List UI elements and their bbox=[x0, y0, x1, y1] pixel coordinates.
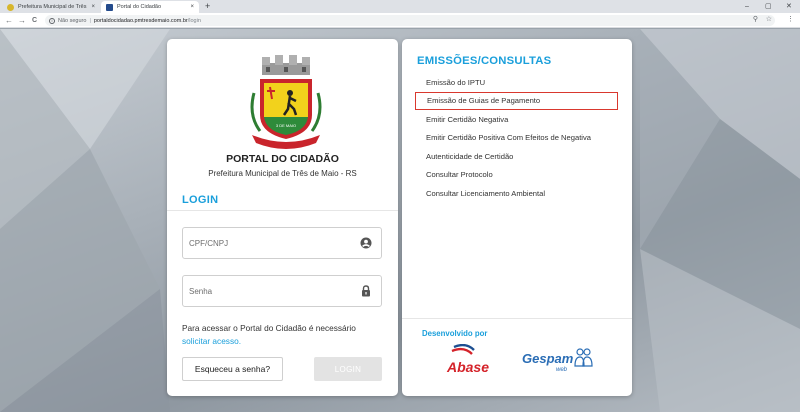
login-card: 3 DE MAIO PORTAL DO CIDADÃO Prefeitura M… bbox=[167, 39, 398, 396]
login-heading: LOGIN bbox=[182, 194, 219, 206]
menu-item-licenciamento-ambiental[interactable]: Consultar Licenciamento Ambiental bbox=[415, 184, 618, 203]
browser-tab-prefeitura[interactable]: Prefeitura Municipal de Três de M × bbox=[2, 1, 100, 13]
login-button[interactable]: LOGIN bbox=[314, 357, 382, 381]
municipal-crest-icon: 3 DE MAIO bbox=[250, 55, 322, 149]
maximize-icon[interactable]: ▢ bbox=[765, 1, 772, 12]
cpf-cnpj-placeholder: CPF/CNPJ bbox=[189, 238, 229, 248]
bookmark-star-icon[interactable]: ☆ bbox=[766, 14, 772, 26]
tab-label: Portal do Cidadão bbox=[117, 4, 162, 10]
gespam-logo-text: Gespam bbox=[522, 351, 574, 366]
menu-item-certidao-positiva[interactable]: Emitir Certidão Positiva Com Efeitos de … bbox=[415, 129, 618, 148]
menu-item-certidao-negativa[interactable]: Emitir Certidão Negativa bbox=[415, 110, 618, 129]
tab-close-icon[interactable]: × bbox=[91, 4, 95, 10]
close-window-icon[interactable]: ✕ bbox=[786, 1, 792, 12]
browser-tab-portal[interactable]: Portal do Cidadão × bbox=[101, 1, 199, 13]
menu-item-autenticidade[interactable]: Autenticidade de Certidão bbox=[415, 147, 618, 166]
login-divider bbox=[167, 210, 398, 211]
access-info-text: Para acessar o Portal do Cidadão é neces… bbox=[182, 323, 356, 333]
gespam-logo-subtext: web bbox=[556, 367, 568, 373]
password-field[interactable]: Senha bbox=[182, 275, 382, 307]
services-card: EMISSÕES/CONSULTAS Emissão do IPTU Emiss… bbox=[402, 39, 632, 396]
tab-close-icon[interactable]: × bbox=[190, 4, 194, 10]
browser-toolbar: ← → C i Não seguro | portaldocidadao.pmt… bbox=[0, 13, 800, 28]
back-icon[interactable]: ← bbox=[5, 14, 13, 27]
portal-subtitle: Prefeitura Municipal de Três de Maio - R… bbox=[208, 169, 357, 178]
developed-by-label: Desenvolvido por bbox=[422, 329, 488, 338]
request-access-link[interactable]: solicitar acesso. bbox=[182, 336, 241, 346]
minimize-icon[interactable]: – bbox=[745, 1, 749, 12]
menu-item-consultar-protocolo[interactable]: Consultar Protocolo bbox=[415, 166, 618, 185]
info-icon[interactable]: i bbox=[49, 17, 55, 24]
address-separator: | bbox=[89, 17, 91, 24]
portal-favicon-icon bbox=[106, 3, 113, 11]
access-info: Para acessar o Portal do Cidadão é neces… bbox=[182, 322, 387, 348]
abase-logo[interactable]: Abase bbox=[444, 344, 492, 380]
polygon-background-pattern bbox=[0, 29, 800, 412]
reload-icon[interactable]: C bbox=[32, 14, 37, 27]
menu-item-emissao-guias[interactable]: Emissão de Guias de Pagamento bbox=[415, 91, 618, 110]
crest-caption: 3 DE MAIO bbox=[276, 123, 296, 128]
portal-title: PORTAL DO CIDADÃO bbox=[226, 153, 339, 165]
user-circle-icon bbox=[357, 234, 375, 252]
cpf-cnpj-field[interactable]: CPF/CNPJ bbox=[182, 227, 382, 259]
services-heading: EMISSÕES/CONSULTAS bbox=[417, 55, 552, 67]
prefeitura-favicon-icon bbox=[7, 3, 14, 11]
password-placeholder: Senha bbox=[189, 286, 213, 296]
page-background bbox=[0, 29, 800, 412]
forward-icon[interactable]: → bbox=[18, 14, 26, 27]
tab-label: Prefeitura Municipal de Três de M bbox=[18, 4, 88, 10]
address-path: /login bbox=[187, 17, 201, 24]
menu-item-emissao-iptu[interactable]: Emissão do IPTU bbox=[415, 73, 618, 92]
address-bar[interactable]: i Não seguro | portaldocidadao.pmtresdem… bbox=[45, 15, 775, 26]
forgot-password-button[interactable]: Esqueceu a senha? bbox=[182, 357, 283, 381]
services-menu: Emissão do IPTU Emissão de Guias de Paga… bbox=[415, 73, 618, 203]
browser-tab-strip: Prefeitura Municipal de Três de M × Port… bbox=[0, 0, 800, 13]
zoom-icon[interactable]: ⚲ bbox=[753, 14, 758, 26]
address-host: portaldocidadao.pmtresdemaio.com.br bbox=[93, 17, 188, 24]
abase-logo-text: Abase bbox=[446, 359, 489, 375]
lock-icon bbox=[357, 282, 375, 300]
developer-divider bbox=[402, 318, 632, 319]
gespam-logo[interactable]: Gespam web bbox=[520, 344, 596, 374]
browser-menu-icon[interactable]: ⋮ bbox=[787, 14, 794, 26]
new-tab-button[interactable]: + bbox=[205, 1, 210, 12]
security-label: Não seguro bbox=[58, 17, 87, 24]
